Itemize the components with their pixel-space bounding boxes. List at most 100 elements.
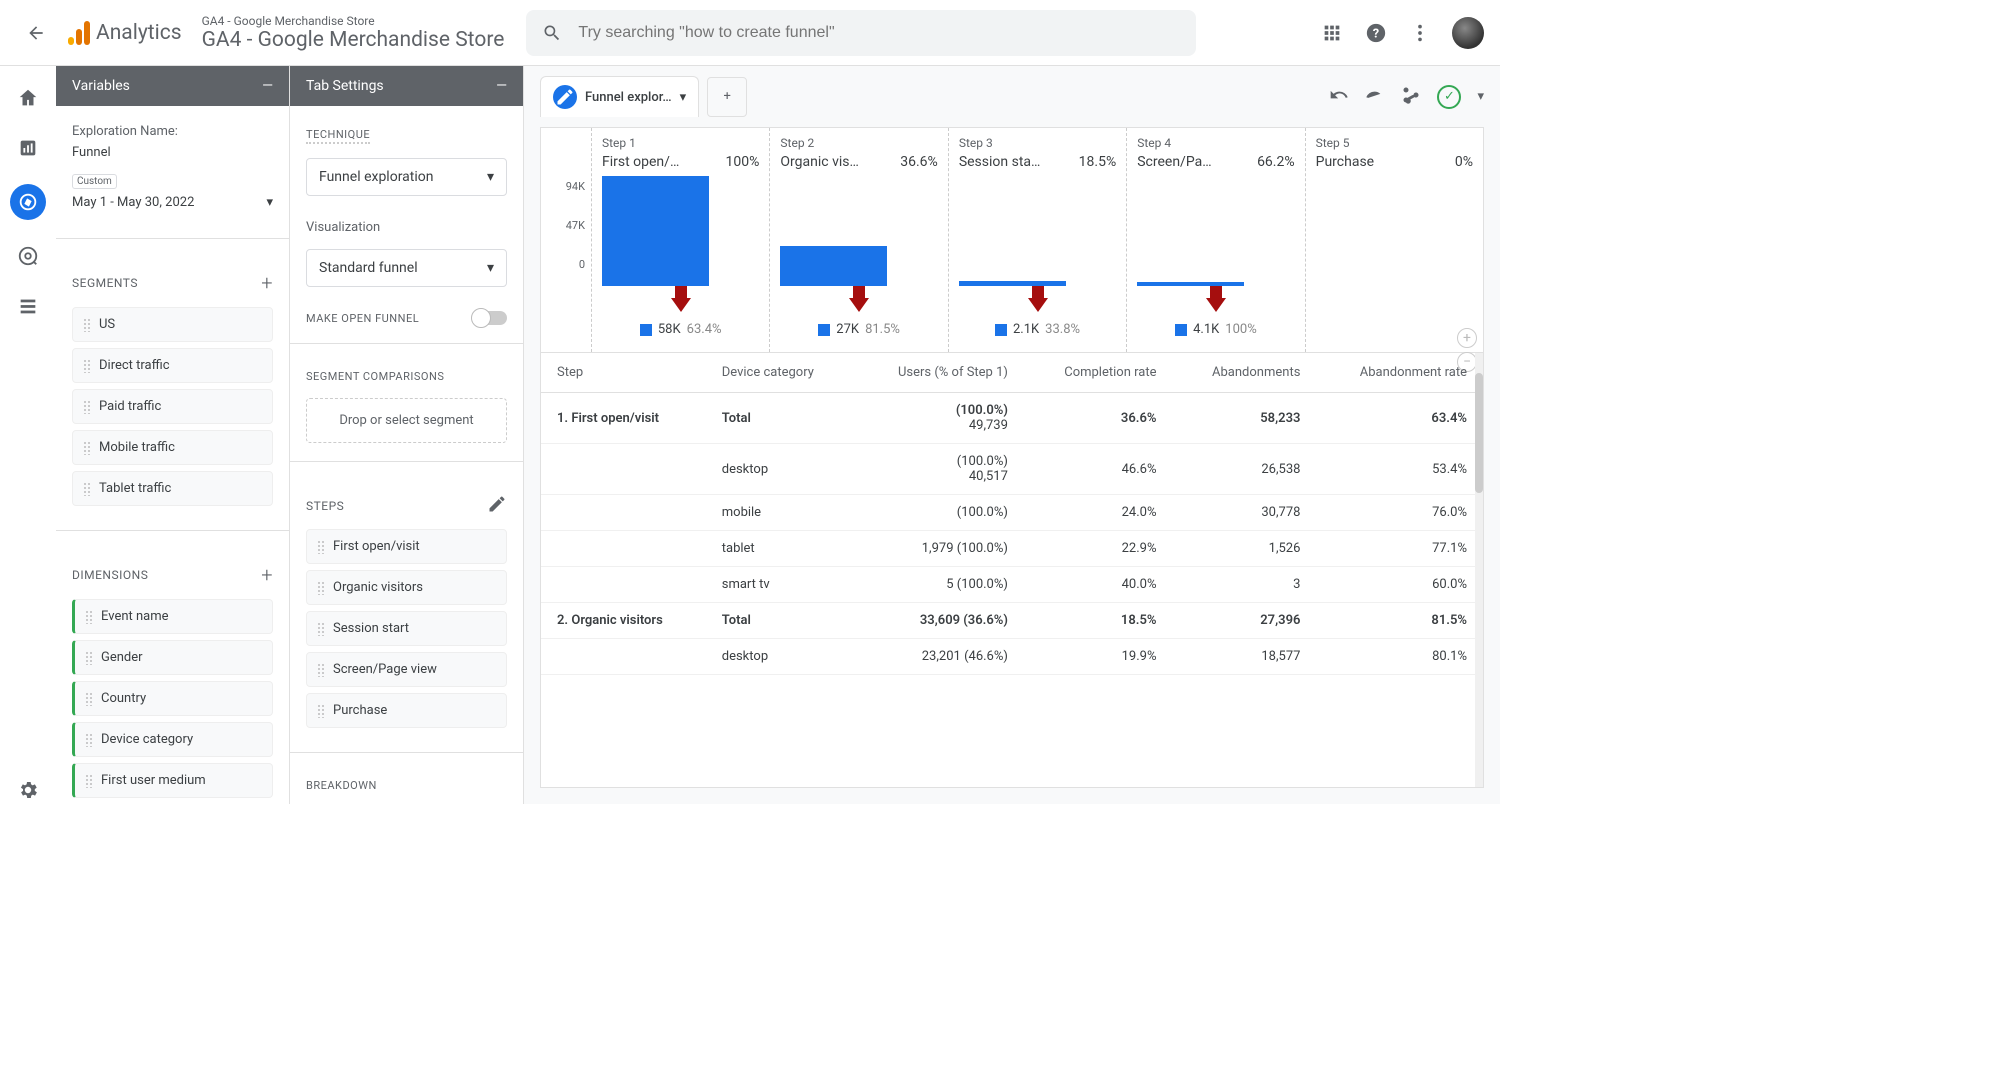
date-range-selector[interactable]: May 1 - May 30, 2022 ▾ xyxy=(72,195,273,210)
add-tab-button[interactable]: + xyxy=(707,77,747,117)
column-header[interactable]: Completion rate xyxy=(1024,353,1173,393)
cell-device: mobile xyxy=(706,495,854,531)
dimension-chip[interactable]: First user medium xyxy=(72,763,273,798)
nav-reports-icon[interactable] xyxy=(14,134,42,162)
nav-admin-icon[interactable] xyxy=(14,776,42,804)
step-chip[interactable]: Screen/Page view xyxy=(306,652,507,687)
cell-completion: 46.6% xyxy=(1024,444,1173,495)
segment-dropzone[interactable]: Drop or select segment xyxy=(306,398,507,443)
series-swatch xyxy=(995,324,1007,336)
status-ok-icon[interactable]: ✓ xyxy=(1437,85,1461,109)
step-chip[interactable]: Purchase xyxy=(306,693,507,728)
column-header[interactable]: Abandonments xyxy=(1172,353,1316,393)
column-header[interactable]: Users (% of Step 1) xyxy=(854,353,1024,393)
column-header[interactable]: Abandonment rate xyxy=(1316,353,1483,393)
cell-users: 1,979 (100.0%) xyxy=(854,531,1024,567)
cell-step xyxy=(541,567,706,603)
funnel-step: Step 1 First open/…100% 58K 63.4% xyxy=(591,128,769,352)
undo-button[interactable] xyxy=(1329,85,1349,109)
collapse-icon[interactable]: — xyxy=(262,78,273,94)
dimension-chip[interactable]: Gender xyxy=(72,640,273,675)
avatar[interactable] xyxy=(1452,17,1484,49)
nav-explore-icon[interactable] xyxy=(10,184,46,220)
cell-step xyxy=(541,531,706,567)
segment-chip[interactable]: Tablet traffic xyxy=(72,471,273,506)
scrollbar[interactable] xyxy=(1475,353,1483,787)
step-num: Step 5 xyxy=(1316,136,1350,150)
cell-completion: 19.9% xyxy=(1024,639,1173,675)
cell-step xyxy=(541,495,706,531)
cell-step xyxy=(541,639,706,675)
cell-abandonments: 1,526 xyxy=(1172,531,1316,567)
cell-step: 1. First open/visit xyxy=(541,393,706,444)
nav-advertising-icon[interactable] xyxy=(14,242,42,270)
step-chip[interactable]: Session start xyxy=(306,611,507,646)
cell-completion: 24.0% xyxy=(1024,495,1173,531)
cell-completion: 18.5% xyxy=(1024,603,1173,639)
step-name: First open/… xyxy=(602,154,679,170)
step-chip[interactable]: First open/visit xyxy=(306,529,507,564)
table-row: desktop (100.0%)40,517 46.6% 26,538 53.4… xyxy=(541,444,1483,495)
cell-completion: 40.0% xyxy=(1024,567,1173,603)
funnel-step: Step 2 Organic vis…36.6% 27K 81.5% xyxy=(769,128,947,352)
app-header: Analytics GA4 - Google Merchandise Store… xyxy=(0,0,1500,66)
segment-chip[interactable]: Paid traffic xyxy=(72,389,273,424)
property-name: GA4 - Google Merchandise Store xyxy=(202,28,505,52)
dropoff-arrow-icon xyxy=(1206,298,1226,312)
open-funnel-toggle[interactable] xyxy=(473,311,507,325)
search-input[interactable] xyxy=(578,24,1180,42)
redo-button[interactable] xyxy=(1365,85,1385,109)
collapse-icon[interactable]: — xyxy=(496,78,507,94)
segment-chip[interactable]: Direct traffic xyxy=(72,348,273,383)
apps-icon[interactable] xyxy=(1320,21,1344,45)
cell-completion: 22.9% xyxy=(1024,531,1173,567)
nav-configure-icon[interactable] xyxy=(14,292,42,320)
cell-abandonment-rate: 63.4% xyxy=(1316,393,1483,444)
viz-select[interactable]: Standard funnel ▾ xyxy=(306,249,507,287)
step-name: Purchase xyxy=(1316,154,1374,170)
dropoff-pct: 81.5% xyxy=(865,322,900,337)
edit-steps-button[interactable] xyxy=(487,494,507,517)
column-header[interactable]: Step xyxy=(541,353,706,393)
dimension-chip[interactable]: Country xyxy=(72,681,273,716)
search-bar[interactable] xyxy=(526,10,1196,56)
cell-device: desktop xyxy=(706,444,854,495)
cell-users: (100.0%) xyxy=(854,495,1024,531)
add-dimension-button[interactable]: + xyxy=(261,563,273,587)
cell-device: Total xyxy=(706,393,854,444)
step-chip[interactable]: Organic visitors xyxy=(306,570,507,605)
share-button[interactable] xyxy=(1401,85,1421,109)
tab-settings-header: Tab Settings — xyxy=(290,66,523,106)
help-icon[interactable]: ? xyxy=(1364,21,1388,45)
step-num: Step 4 xyxy=(1137,136,1171,150)
exploration-tab[interactable]: Funnel explor… ▾ xyxy=(540,76,699,117)
step-pct: 100% xyxy=(726,154,760,170)
kebab-icon[interactable] xyxy=(1408,21,1432,45)
chevron-down-icon[interactable]: ▾ xyxy=(680,90,687,105)
cell-step xyxy=(541,444,706,495)
column-header[interactable]: Device category xyxy=(706,353,854,393)
cell-device: tablet xyxy=(706,531,854,567)
dimension-chip[interactable]: Device category xyxy=(72,722,273,757)
step-pct: 0% xyxy=(1455,154,1473,170)
table-row: 1. First open/visit Total (100.0%)49,739… xyxy=(541,393,1483,444)
variables-header: Variables — xyxy=(56,66,289,106)
cell-device: desktop xyxy=(706,639,854,675)
chevron-down-icon[interactable]: ▾ xyxy=(1477,89,1484,104)
back-button[interactable] xyxy=(16,13,56,53)
funnel-step: Step 4 Screen/Pa…66.2% 4.1K 100% xyxy=(1126,128,1304,352)
segment-chip[interactable]: Mobile traffic xyxy=(72,430,273,465)
exploration-name-value[interactable]: Funnel xyxy=(72,145,273,160)
property-selector[interactable]: GA4 - Google Merchandise Store GA4 - Goo… xyxy=(202,14,505,52)
series-swatch xyxy=(818,324,830,336)
segment-chip[interactable]: US xyxy=(72,307,273,342)
nav-home-icon[interactable] xyxy=(14,84,42,112)
technique-select[interactable]: Funnel exploration ▾ xyxy=(306,158,507,196)
cell-abandonments: 30,778 xyxy=(1172,495,1316,531)
add-segment-button[interactable]: + xyxy=(261,271,273,295)
dimension-chip[interactable]: Event name xyxy=(72,599,273,634)
dropoff-arrow-icon xyxy=(849,298,869,312)
open-funnel-label: MAKE OPEN FUNNEL xyxy=(306,312,419,325)
zoom-in-button[interactable]: + xyxy=(1457,328,1477,348)
dropoff-value: 4.1K xyxy=(1193,322,1219,337)
